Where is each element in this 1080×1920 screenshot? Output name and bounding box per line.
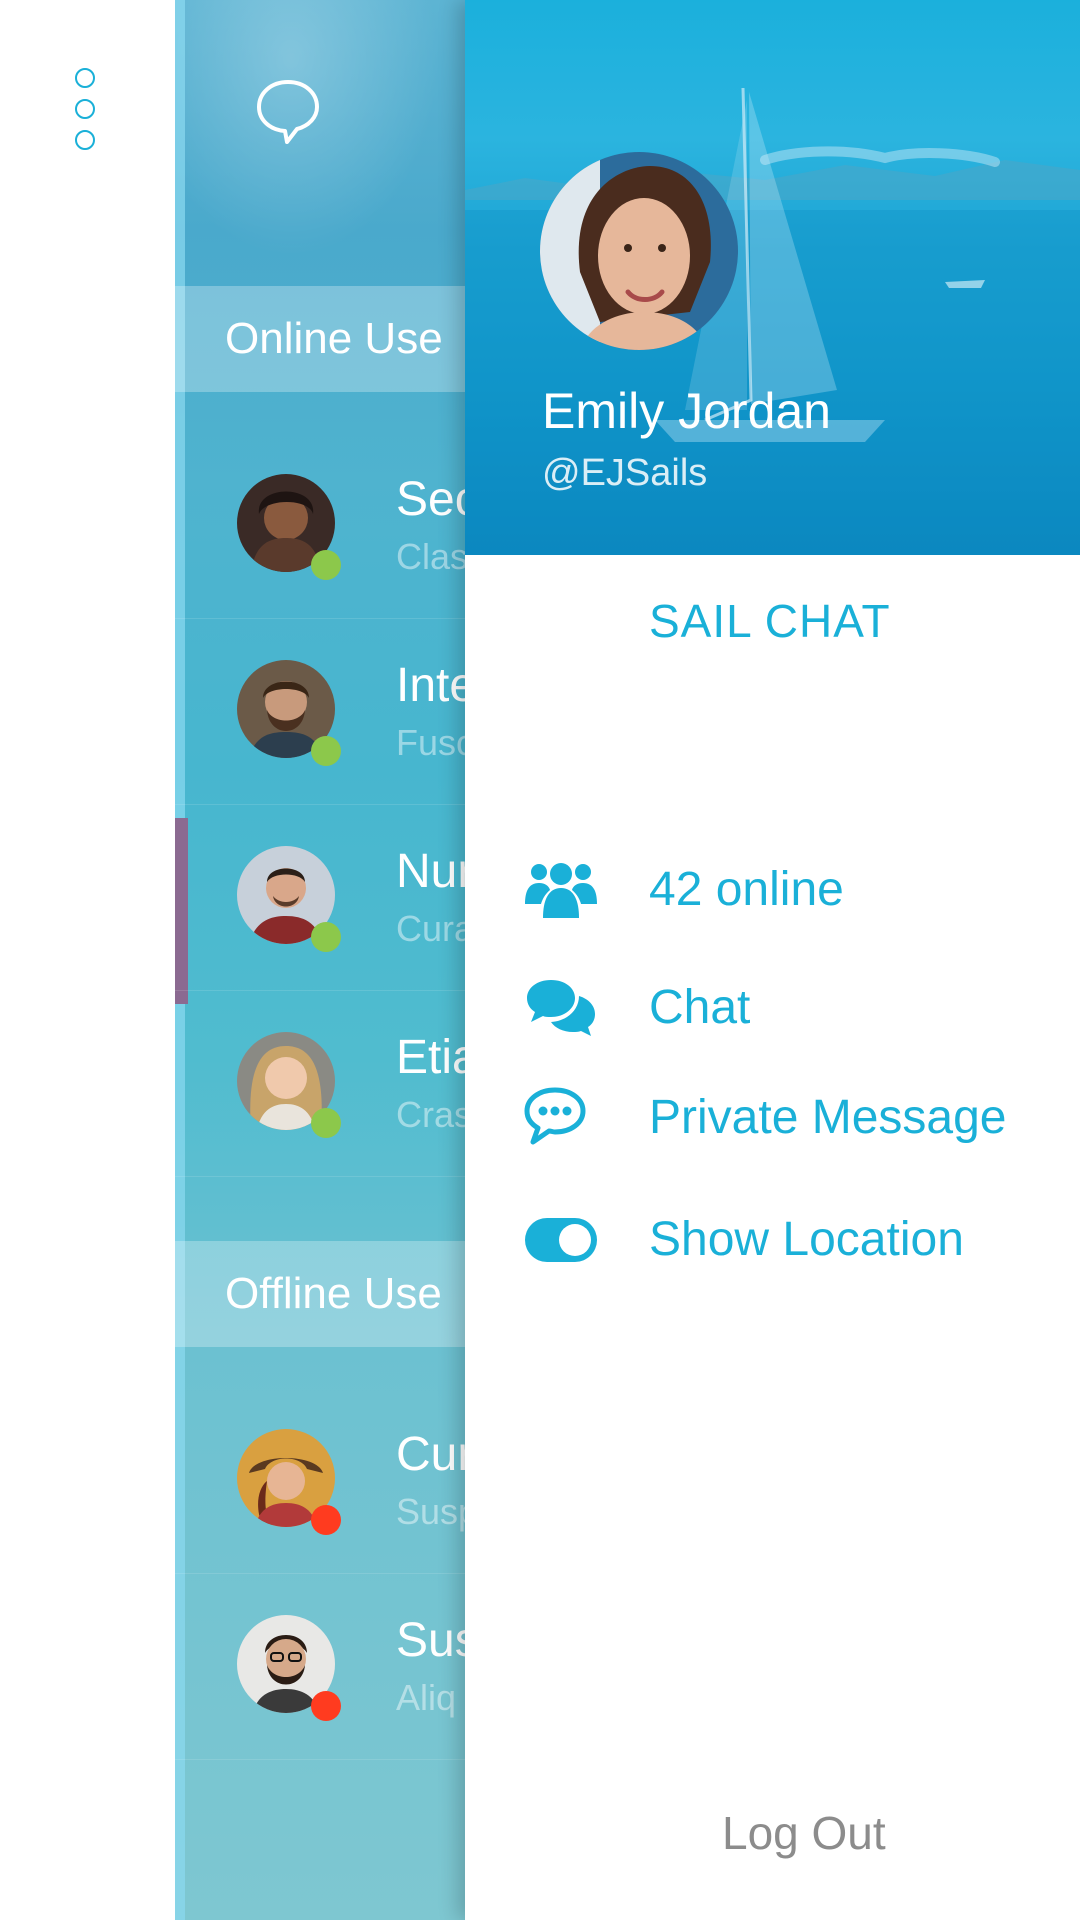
last-message: Susp xyxy=(396,1491,465,1532)
menu-label: Show Location xyxy=(649,1213,964,1266)
user-row[interactable]: Sec Clas xyxy=(175,432,465,619)
user-name: Cur xyxy=(396,1428,465,1481)
app-title: SAIL CHAT xyxy=(649,595,891,647)
chat-bubble-icon[interactable] xyxy=(253,76,323,146)
menu-item-private-message[interactable]: Private Message xyxy=(465,1074,1080,1164)
toggle-on-icon[interactable] xyxy=(523,1208,599,1270)
user-row[interactable]: Etia Cras xyxy=(175,990,465,1177)
online-status-dot xyxy=(311,736,341,766)
left-rail xyxy=(0,0,175,1920)
vertical-dots-icon[interactable] xyxy=(75,68,97,161)
last-message: Cura xyxy=(396,908,465,949)
user-row[interactable]: Nur Cura xyxy=(175,804,465,991)
profile-handle: @EJSails xyxy=(542,452,708,494)
profile-name: Emily Jordan xyxy=(542,383,831,439)
offline-users-header: Offline Use xyxy=(175,1241,465,1347)
last-message: Aliq xyxy=(396,1677,457,1718)
user-row[interactable]: Sus Aliq xyxy=(175,1573,465,1760)
profile-header: Emily Jordan @EJSails xyxy=(465,0,1080,555)
user-name: Sus xyxy=(396,1614,465,1667)
online-status-dot xyxy=(311,1108,341,1138)
user-row[interactable]: Cur Susp xyxy=(175,1387,465,1574)
online-status-dot xyxy=(311,550,341,580)
user-name: Sec xyxy=(396,473,465,526)
last-message: Cras xyxy=(396,1094,465,1135)
menu-label: Private Message xyxy=(649,1091,1007,1144)
side-drawer: Emily Jordan @EJSails SAIL CHAT 42 onlin… xyxy=(465,0,1080,1920)
menu-item-show-location[interactable]: Show Location xyxy=(465,1196,1080,1286)
last-message: Clas xyxy=(396,536,465,577)
user-name: Inte xyxy=(396,659,465,712)
users-icon xyxy=(525,863,597,918)
private-message-icon xyxy=(524,1087,586,1145)
online-users-header: Online Use xyxy=(175,286,465,392)
offline-status-dot xyxy=(311,1505,341,1535)
menu-label: Chat xyxy=(649,981,751,1034)
last-message: Fusc xyxy=(396,722,465,763)
offline-status-dot xyxy=(311,1691,341,1721)
menu-item-online-count[interactable]: 42 online xyxy=(465,846,1080,936)
chat-bubbles-icon xyxy=(527,980,595,1036)
logout-button[interactable]: Log Out xyxy=(722,1806,886,1860)
profile-avatar[interactable] xyxy=(540,152,738,350)
online-status-dot xyxy=(311,922,341,952)
user-name: Etia xyxy=(396,1031,465,1084)
user-row[interactable]: Inte Fusc xyxy=(175,618,465,805)
user-name: Nur xyxy=(396,845,465,898)
menu-item-chat[interactable]: Chat xyxy=(465,964,1080,1054)
menu-label: 42 online xyxy=(649,863,844,916)
chat-list-panel: Online Use Sec Clas Inte Fusc Nur Cura E… xyxy=(175,0,465,1920)
